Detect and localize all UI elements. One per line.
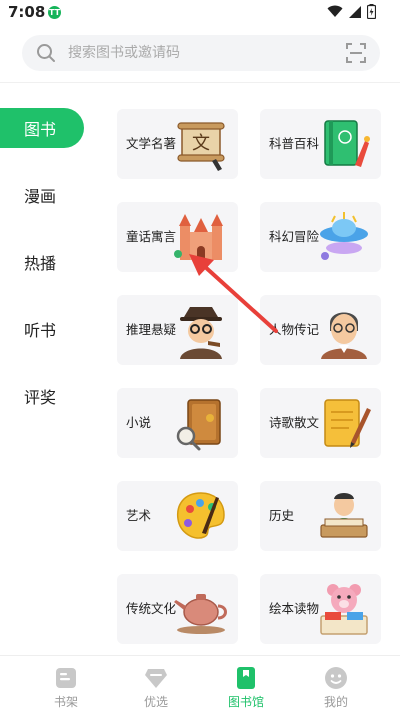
diamond-icon xyxy=(145,669,167,688)
nav-label: 我的 xyxy=(323,695,348,709)
notebook-pen-icon xyxy=(324,399,371,448)
sidebar-item-comics[interactable]: 漫画 xyxy=(0,175,84,215)
palette-icon xyxy=(176,492,225,539)
category-label: 历史 xyxy=(269,508,295,523)
category-label: 人物传记 xyxy=(269,322,320,337)
category-card-fairy-tales[interactable]: 童话寓言 xyxy=(117,202,238,272)
category-label: 传统文化 xyxy=(126,601,177,616)
signal-icon xyxy=(349,5,361,18)
nav-label: 书架 xyxy=(53,695,78,709)
bottom-navigation: 书架 优选 图书馆 我的 xyxy=(0,655,400,713)
search-bar[interactable] xyxy=(22,35,380,71)
sidebar-item-label: 评奖 xyxy=(24,388,57,407)
category-card-picture-books[interactable]: 绘本读物 xyxy=(260,574,381,644)
category-label: 绘本读物 xyxy=(269,601,320,616)
castle-icon xyxy=(174,214,223,260)
nav-label: 图书馆 xyxy=(227,695,264,709)
status-bar: 7:08 TT xyxy=(0,0,400,24)
encyclopedia-icon xyxy=(324,120,370,167)
nav-profile[interactable]: 我的 xyxy=(286,656,386,713)
nav-bookshelf[interactable]: 书架 xyxy=(16,656,116,713)
category-card-literature-classics[interactable]: 文学名著 文 xyxy=(117,109,238,179)
nav-label: 优选 xyxy=(143,695,168,709)
category-card-sci-fi-adventure[interactable]: 科幻冒险 xyxy=(260,202,381,272)
detective-icon xyxy=(180,307,222,359)
category-card-poetry-prose[interactable]: 诗歌散文 xyxy=(260,388,381,458)
category-label: 文学名著 xyxy=(126,136,177,151)
category-card-mystery[interactable]: 推理悬疑 xyxy=(117,295,238,365)
category-card-biography[interactable]: 人物传记 xyxy=(260,295,381,365)
library-icon xyxy=(237,667,255,689)
ufo-icon xyxy=(320,212,368,260)
sidebar-item-label: 热播 xyxy=(24,254,57,273)
category-card-history[interactable]: 历史 xyxy=(260,481,381,551)
portrait-icon xyxy=(321,312,367,359)
bookshelf-icon xyxy=(56,668,76,688)
teapot-icon xyxy=(174,594,227,634)
sidebar-item-trending[interactable]: 热播 xyxy=(0,242,84,282)
sidebar-item-audiobooks[interactable]: 听书 xyxy=(0,309,84,349)
svg-text:文: 文 xyxy=(192,133,210,154)
category-card-novels[interactable]: 小说 xyxy=(117,388,238,458)
nav-library[interactable]: 图书馆 xyxy=(196,656,296,713)
sidebar-item-label: 听书 xyxy=(24,321,57,340)
nav-featured[interactable]: 优选 xyxy=(106,656,206,713)
sidebar-item-label: 图书 xyxy=(24,120,57,139)
book-magnifier-icon xyxy=(176,399,221,451)
profile-icon xyxy=(325,667,347,689)
battery-icon xyxy=(367,4,376,19)
sidebar-item-awards[interactable]: 评奖 xyxy=(0,376,84,416)
category-label: 艺术 xyxy=(126,508,152,523)
category-label: 推理悬疑 xyxy=(126,322,177,337)
category-label: 小说 xyxy=(126,415,152,430)
scroll-icon: 文 xyxy=(177,122,225,171)
scholar-icon xyxy=(320,493,368,538)
category-sidebar: 图书 漫画 热播 听书 评奖 xyxy=(0,108,90,443)
status-icons xyxy=(327,4,376,19)
category-label: 科普百科 xyxy=(269,136,320,151)
search-input[interactable] xyxy=(68,35,338,71)
header-divider xyxy=(0,82,400,83)
category-card-popular-science[interactable]: 科普百科 xyxy=(260,109,381,179)
sidebar-item-books[interactable]: 图书 xyxy=(0,108,84,148)
status-time: 7:08 xyxy=(8,3,46,21)
category-label: 科幻冒险 xyxy=(269,229,320,244)
category-label: 童话寓言 xyxy=(126,229,177,244)
category-card-art[interactable]: 艺术 xyxy=(117,481,238,551)
teddy-bear-icon xyxy=(320,584,368,635)
category-label: 诗歌散文 xyxy=(269,415,320,430)
sidebar-item-label: 漫画 xyxy=(24,187,57,206)
category-card-traditional-culture[interactable]: 传统文化 xyxy=(117,574,238,644)
scan-icon[interactable] xyxy=(346,43,366,63)
search-icon xyxy=(37,44,55,62)
wifi-icon xyxy=(327,5,343,17)
app-notification-badge: TT xyxy=(48,6,61,19)
